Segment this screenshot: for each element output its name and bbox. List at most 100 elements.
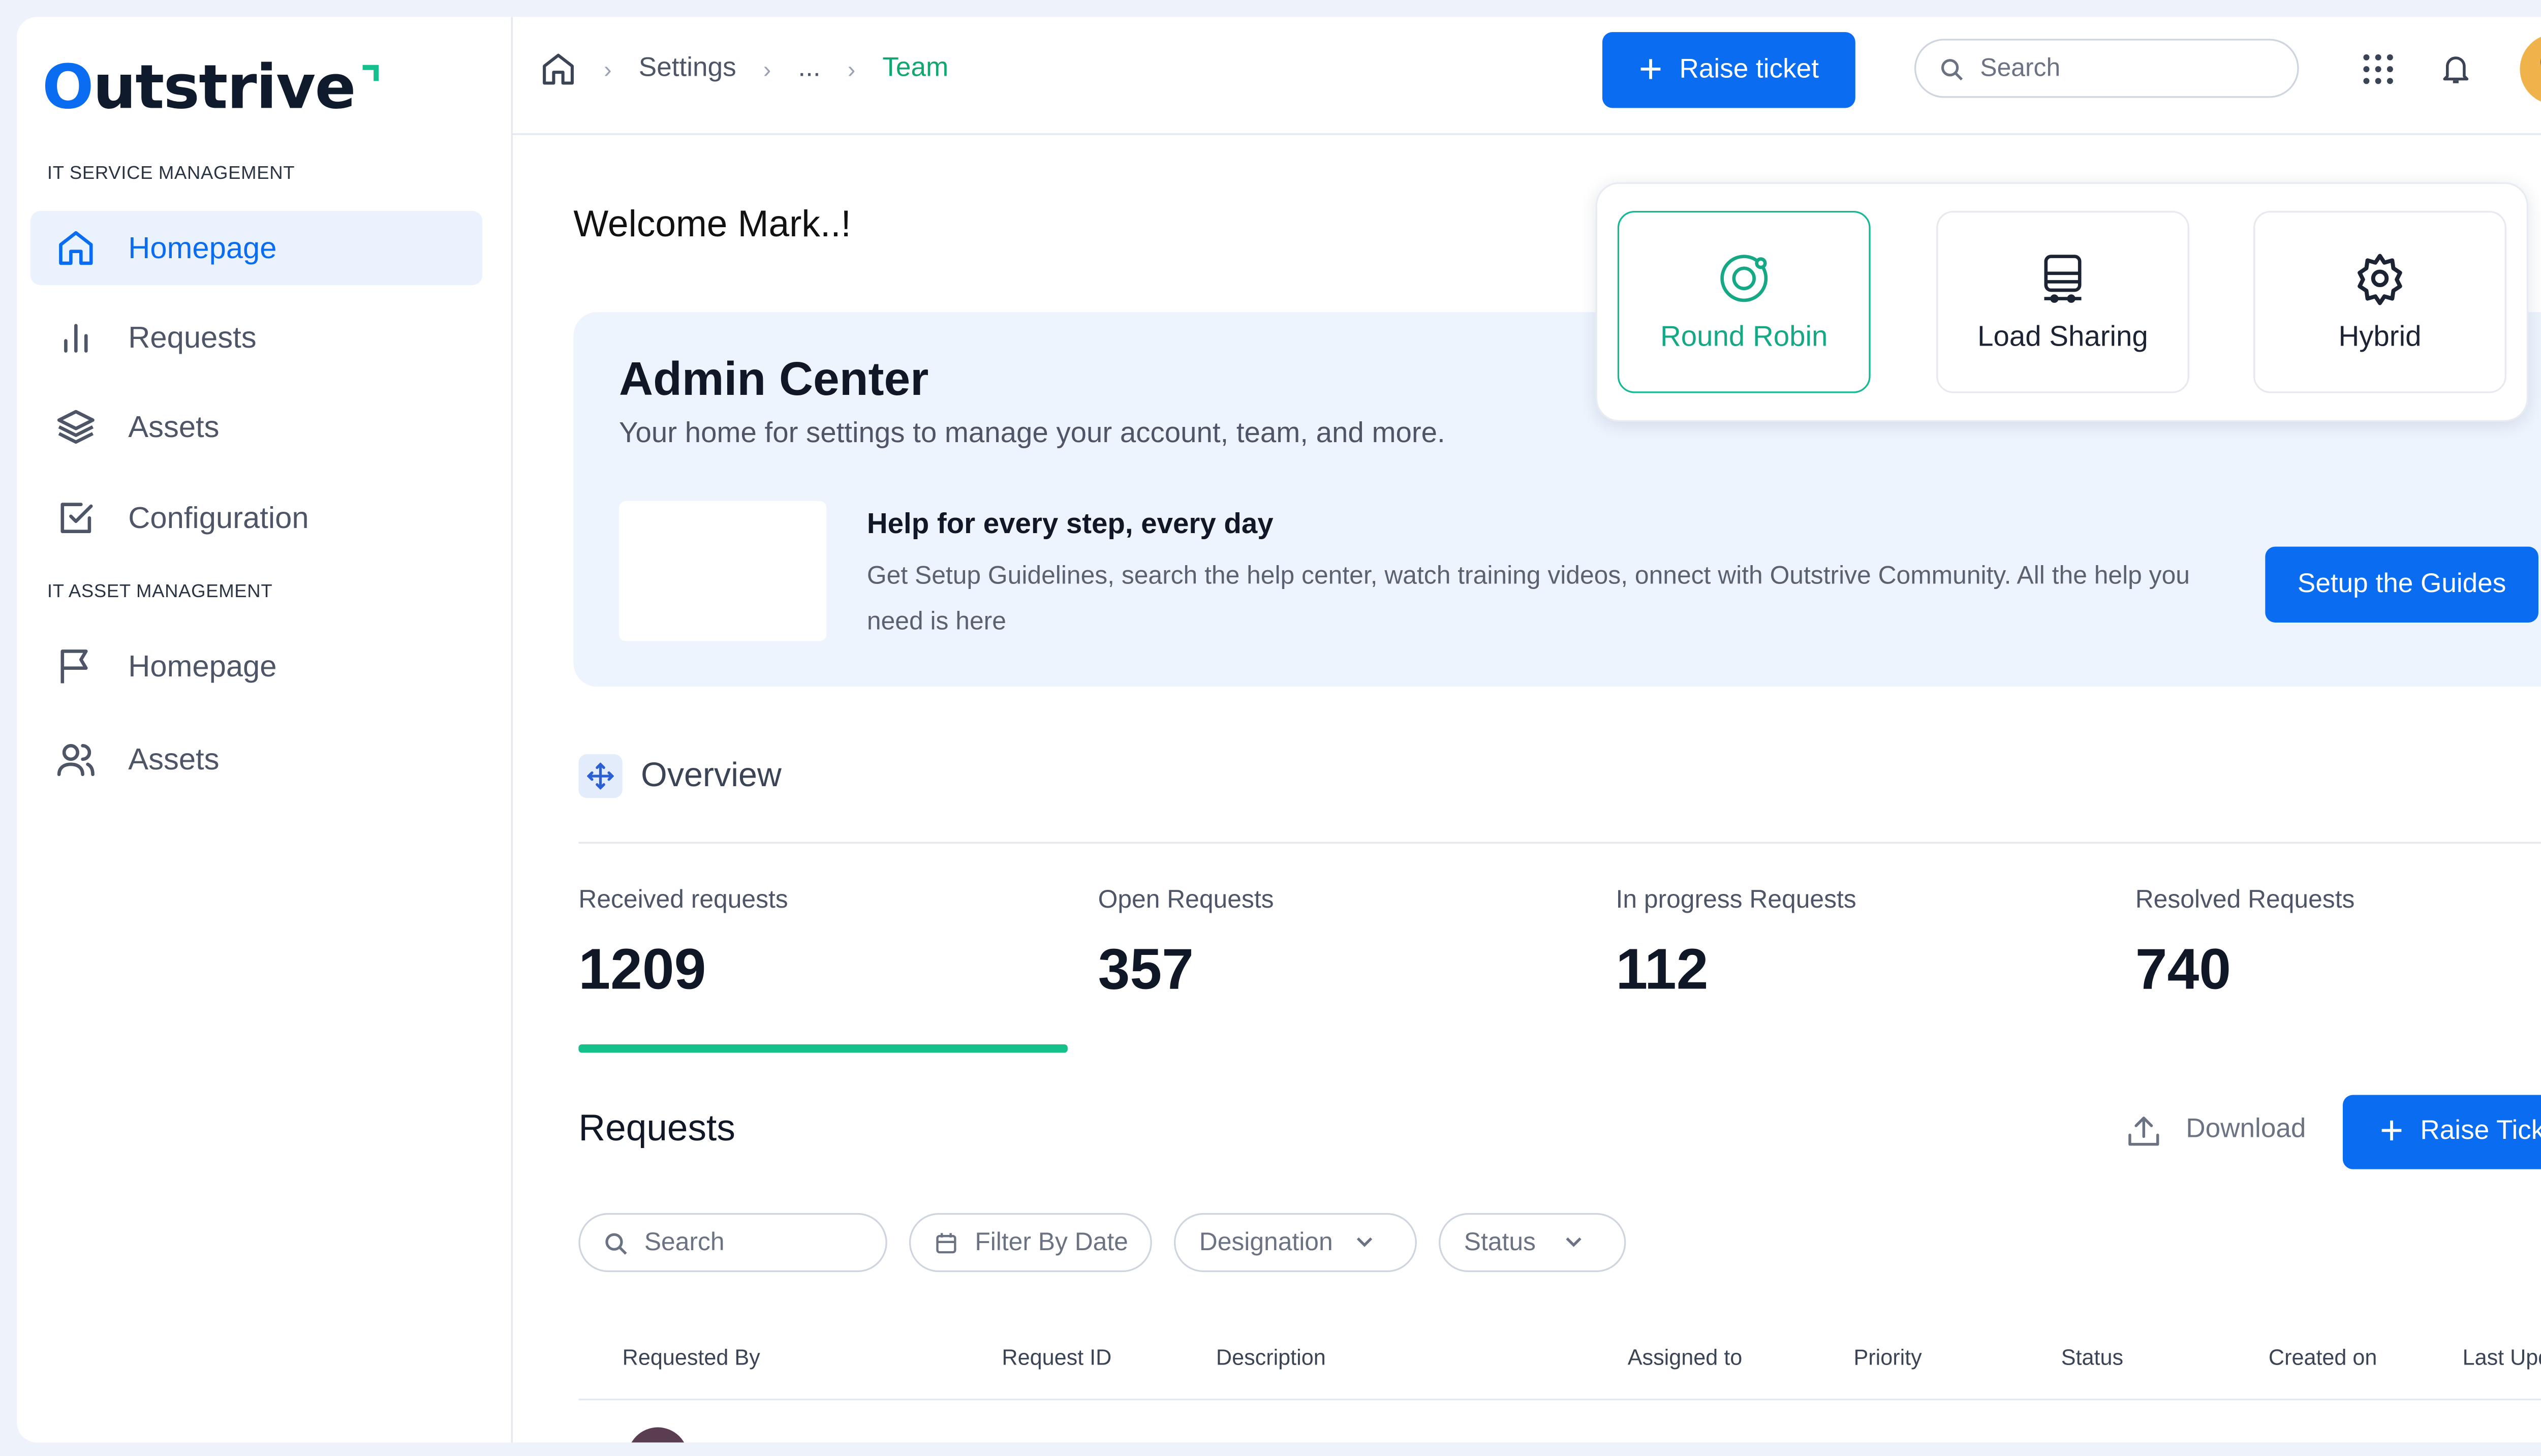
mode-hybrid[interactable]: Hybrid [2253,210,2506,393]
filter-label: Filter By Date [975,1228,1128,1257]
avatar[interactable] [2520,34,2541,105]
filter-label: Status [1464,1228,1536,1257]
flag-icon [54,644,98,688]
column-header-priority[interactable]: Priority [1853,1345,1922,1370]
plus-icon: + [1638,46,1663,92]
gear-icon [2351,250,2409,307]
target-icon [1715,250,1773,307]
filter-placeholder: Search [644,1228,725,1257]
active-stat-indicator [578,1044,1068,1053]
stat-label: Open Requests [1098,885,1274,915]
sidebar-item-label: Homepage [128,230,277,264]
avatar [627,1427,689,1443]
download-label: Download [2186,1115,2306,1144]
help-image-placeholder [619,501,827,641]
stat-label: Resolved Requests [2135,885,2355,915]
stat-label: Received requests [578,885,788,915]
search-icon [605,1232,627,1254]
filter-label: Designation [1199,1228,1333,1257]
stat-value: 112 [1616,938,1709,1002]
mode-label: Load Sharing [1977,320,2148,353]
sidebar-item-asset-assets[interactable]: Assets [30,722,482,796]
column-header-request-id[interactable]: Request ID [1002,1345,1111,1370]
chevron-right-icon: › [847,55,856,83]
stat-open[interactable]: Open Requests 357 [1098,886,1274,1004]
sidebar-item-label: Requests [128,320,257,354]
mode-label: Round Robin [1660,320,1828,353]
filter-designation[interactable]: Designation [1173,1213,1417,1273]
app-root: Outstrive IT SERVICE MANAGEMENT Homepage… [0,0,2541,1456]
stat-value: 1209 [578,938,706,1002]
calendar-icon [936,1232,956,1253]
setup-guides-label: Setup the Guides [2297,569,2506,598]
filter-status[interactable]: Status [1439,1213,1626,1273]
users-icon [54,737,98,781]
breadcrumb: › Settings › ... › Team [540,51,948,88]
filter-by-date[interactable]: Filter By Date [909,1213,1152,1273]
help-description: Get Setup Guidelines, search the help ce… [866,562,2190,636]
chevron-right-icon: › [604,55,612,83]
chevron-right-icon: › [763,55,771,83]
bar-chart-icon [54,316,98,359]
raise-ticket-button-secondary[interactable]: + Raise Ticket [2342,1095,2541,1169]
upload-icon [2128,1117,2159,1146]
logo-text: utstrive [92,53,356,122]
breadcrumb-item-team[interactable]: Team [882,54,948,84]
column-header-last-updated[interactable]: Last Updated [2463,1345,2541,1370]
breadcrumb-item-settings[interactable]: Settings [639,54,736,84]
sidebar-item-requests[interactable]: Requests [30,300,482,375]
raise-ticket-button[interactable]: + Raise ticket [1602,32,1855,108]
column-header-status[interactable]: Status [2061,1345,2123,1370]
check-square-icon [54,496,98,540]
chevron-down-icon [1356,1237,1373,1247]
sidebar: Outstrive IT SERVICE MANAGEMENT Homepage… [17,17,513,1443]
column-header-created-on[interactable]: Created on [2269,1345,2377,1370]
stat-value: 740 [2135,938,2232,1002]
mode-label: Hybrid [2338,320,2422,353]
help-title: Help for every step, every day [866,508,1274,540]
stat-resolved[interactable]: Resolved Requests 740 [2135,886,2355,1004]
search-input[interactable]: Search [1914,39,2299,98]
section-label-it-service: IT SERVICE MANAGEMENT [47,164,295,184]
column-header-assigned-to[interactable]: Assigned to [1628,1345,1742,1370]
stat-received[interactable]: Received requests 1209 [578,886,788,1004]
divider [578,842,2541,844]
plus-icon: + [2379,1108,2404,1154]
search-icon [1941,58,1963,80]
logo[interactable]: Outstrive [42,53,379,122]
mode-load-sharing[interactable]: Load Sharing [1936,210,2189,393]
sidebar-item-label: Homepage [128,648,277,683]
download-button[interactable]: Download [2125,1112,2306,1149]
table-header-divider [578,1399,2541,1401]
overview-title: Overview [641,756,782,794]
sidebar-item-homepage[interactable]: Homepage [30,210,483,286]
sidebar-item-asset-homepage[interactable]: Homepage [30,629,482,703]
logo-letter: O [42,53,94,122]
admin-center-title: Admin Center [619,352,929,405]
sidebar-item-label: Configuration [128,500,309,534]
top-header: › Settings › ... › Team + Raise ticket S… [512,17,2541,135]
stat-in-progress[interactable]: In progress Requests 112 [1616,886,1856,1004]
app-window: Outstrive IT SERVICE MANAGEMENT Homepage… [17,17,2541,1443]
setup-guides-button[interactable]: Setup the Guides [2265,546,2538,623]
home-icon [54,226,98,270]
column-header-description[interactable]: Description [1216,1345,1326,1370]
requests-search-input[interactable]: Search [578,1213,887,1273]
admin-center-subtitle: Your home for settings to manage your ac… [619,416,1445,449]
sidebar-item-label: Assets [128,741,220,776]
overview-heading: Overview [578,754,782,798]
chevron-down-icon [1566,1237,1582,1247]
requests-title: Requests [578,1106,735,1149]
breadcrumb-item-ellipsis[interactable]: ... [798,54,820,84]
sidebar-item-configuration[interactable]: Configuration [30,481,482,555]
mode-round-robin[interactable]: Round Robin [1617,210,1871,393]
apps-grid-icon[interactable] [2358,49,2399,89]
assignment-mode-popup: Round Robin Load Sharing Hybrid [1595,182,2529,422]
column-header-requested-by[interactable]: Requested By [623,1345,760,1370]
bell-icon[interactable] [2435,49,2476,89]
section-label-it-asset: IT ASSET MANAGEMENT [47,582,273,603]
breadcrumb-home-icon[interactable] [540,51,577,88]
layers-icon [54,405,98,449]
stat-label: In progress Requests [1616,885,1856,915]
sidebar-item-assets[interactable]: Assets [30,390,482,464]
